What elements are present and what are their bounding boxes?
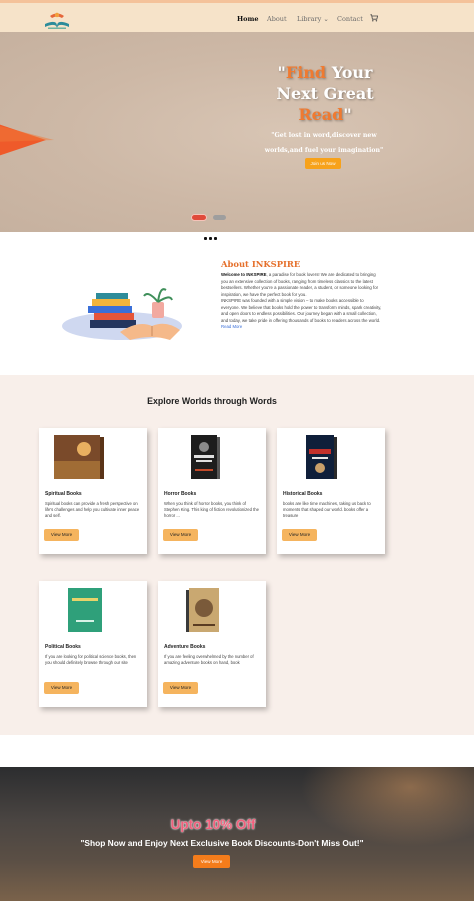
card-description: Spiritual books can provide a fresh pers… bbox=[45, 501, 140, 519]
carousel-dot-active[interactable] bbox=[191, 214, 207, 221]
promo-title: Upto 10% Off bbox=[170, 817, 256, 832]
hero-quote-close: " bbox=[343, 105, 352, 124]
category-card-adventure: Adventure Books If you are feeling overw… bbox=[158, 581, 266, 707]
book-logo[interactable] bbox=[42, 8, 72, 30]
nav-about[interactable]: About bbox=[267, 15, 287, 23]
card-title: Political Books bbox=[45, 644, 81, 650]
join-us-button[interactable]: Join us Now bbox=[305, 158, 341, 169]
category-card-historical: Historical Books books are like time mac… bbox=[277, 428, 385, 554]
hero-banner: "Find Your Next Great Read" "Get lost in… bbox=[0, 32, 474, 232]
book-cover-image bbox=[191, 435, 220, 479]
about-body: INKSPIRE was founded with a simple visio… bbox=[221, 298, 382, 323]
hero-title-read: Read bbox=[298, 105, 344, 124]
card-description: When you think of horror books, you thin… bbox=[164, 501, 259, 519]
book-cover-image bbox=[54, 435, 104, 479]
category-card-political: Political Books If you are looking for p… bbox=[39, 581, 147, 707]
indicator-dot bbox=[204, 237, 207, 240]
card-title: Spiritual Books bbox=[45, 491, 82, 497]
book-cover-image bbox=[68, 588, 102, 632]
card-description: books are like time machines, taking us … bbox=[283, 501, 371, 519]
promo-view-more-button[interactable]: View More bbox=[193, 855, 230, 868]
card-title: Horror Books bbox=[164, 491, 197, 497]
promo-background bbox=[300, 767, 474, 847]
nav-home[interactable]: Home bbox=[237, 15, 259, 23]
indicator-dot bbox=[214, 237, 217, 240]
card-title: Adventure Books bbox=[164, 644, 206, 650]
carousel-dot[interactable] bbox=[213, 215, 226, 220]
nav-contact[interactable]: Contact bbox=[337, 15, 363, 23]
navbar: Home About Library ⌄ Contact bbox=[0, 0, 474, 32]
read-more-link[interactable]: Read More bbox=[221, 324, 242, 329]
view-more-button[interactable]: View More bbox=[44, 682, 79, 694]
view-more-button[interactable]: View More bbox=[282, 529, 317, 541]
nav-library[interactable]: Library ⌄ bbox=[297, 15, 329, 23]
chevron-down-icon: ⌄ bbox=[323, 15, 329, 23]
hero-subtitle: "Get lost in word,discover new worlds,an… bbox=[264, 132, 384, 154]
hero-title-find: Find bbox=[285, 63, 327, 82]
books-illustration bbox=[62, 288, 182, 340]
book-cover-image bbox=[306, 435, 337, 479]
view-more-button[interactable]: View More bbox=[163, 682, 198, 694]
card-title: Historical Books bbox=[283, 491, 323, 497]
card-description: If you are feeling overwhelmed by the nu… bbox=[164, 654, 254, 666]
view-more-button[interactable]: View More bbox=[44, 529, 79, 541]
view-more-button[interactable]: View More bbox=[163, 529, 198, 541]
hero-title: "Find Your Next Great Read" bbox=[255, 62, 395, 125]
about-intro-bold: Welcome to INKSPIRE bbox=[221, 272, 267, 277]
card-description: If you are looking for political science… bbox=[45, 654, 137, 666]
category-card-horror: Horror Books When you think of horror bo… bbox=[158, 428, 266, 554]
indicator-dot bbox=[209, 237, 212, 240]
categories-section: Explore Worlds through Words Spiritual B… bbox=[0, 375, 474, 735]
hero-quote-open: " bbox=[277, 63, 286, 82]
about-title: About INKSPIRE bbox=[221, 259, 301, 269]
categories-heading: Explore Worlds through Words bbox=[147, 396, 277, 406]
category-card-spiritual: Spiritual Books Spiritual books can prov… bbox=[39, 428, 147, 554]
nav-library-label: Library bbox=[297, 15, 322, 23]
book-cover-image bbox=[186, 588, 219, 632]
about-text: Welcome to INKSPIRE, a paradise for book… bbox=[221, 272, 383, 331]
cart-icon[interactable] bbox=[370, 14, 378, 22]
promo-subtitle: "Shop Now and Enjoy Next Exclusive Book … bbox=[80, 838, 364, 848]
decorative-shape bbox=[0, 124, 54, 156]
promo-banner: Upto 10% Off "Shop Now and Enjoy Next Ex… bbox=[0, 767, 474, 901]
